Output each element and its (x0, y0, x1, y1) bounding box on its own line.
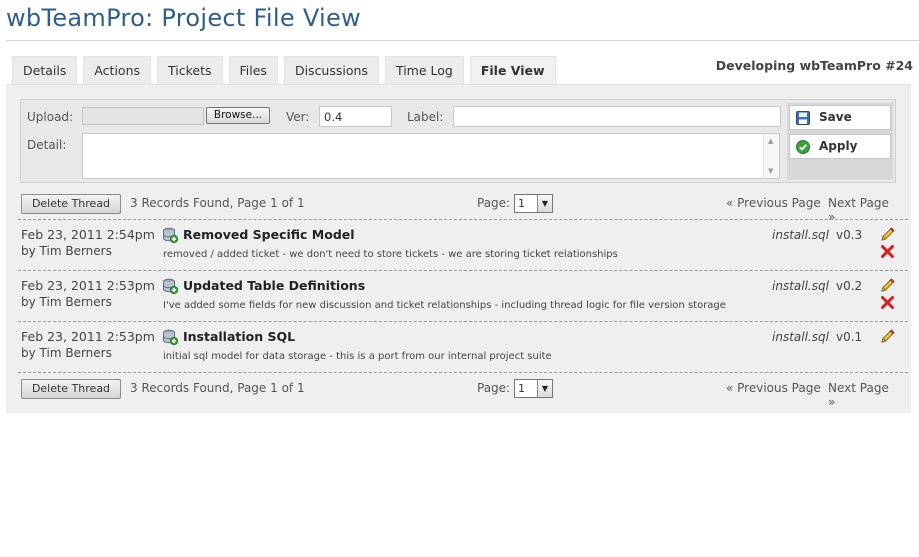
tab-bar: Details Actions Tickets Files Discussion… (12, 56, 556, 84)
pager-bottom: Delete Thread 3 Records Found, Page 1 of… (21, 379, 897, 409)
tab-time-log[interactable]: Time Log (384, 56, 464, 84)
records-found: 3 Records Found, Page 1 of 1 (130, 196, 305, 210)
page-label: Page: (477, 196, 511, 210)
record-description: initial sql model for data storage - thi… (163, 351, 552, 362)
pencil-icon[interactable] (880, 227, 895, 242)
file-view-panel: Upload: Browse... Ver: Label: Detail: ▲ … (6, 84, 911, 413)
row-divider (18, 270, 908, 271)
chevron-down-icon[interactable]: ▼ (537, 195, 552, 212)
previous-page-link[interactable]: « Previous Page (726, 196, 821, 210)
record-title[interactable]: Installation SQL (183, 329, 295, 344)
page-select[interactable]: 1 ▼ (514, 379, 553, 398)
detail-label: Detail: (27, 138, 67, 152)
record-file-link[interactable]: install.sql (772, 228, 829, 242)
database-add-icon (163, 329, 178, 345)
record-version: v0.2 (836, 279, 863, 293)
record-title[interactable]: Removed Specific Model (183, 227, 355, 242)
floppy-disk-icon (796, 111, 810, 125)
row-divider (18, 219, 908, 220)
pager-top: Delete Thread 3 Records Found, Page 1 of… (21, 194, 897, 224)
scroll-up-icon[interactable]: ▲ (768, 137, 773, 145)
red-x-icon[interactable] (880, 244, 895, 259)
record-version: v0.3 (836, 228, 863, 242)
previous-page-link[interactable]: « Previous Page (726, 381, 821, 395)
record-file-link[interactable]: install.sql (772, 330, 829, 344)
tab-file-view[interactable]: File View (469, 56, 556, 84)
browse-button[interactable]: Browse... (206, 107, 270, 124)
title-divider (6, 40, 919, 41)
pencil-icon[interactable] (880, 329, 895, 344)
tab-actions[interactable]: Actions (83, 56, 152, 84)
record-author: by Tim Berners (21, 295, 112, 309)
chevron-down-icon[interactable]: ▼ (537, 380, 552, 397)
label-input[interactable] (453, 106, 781, 127)
record-date: Feb 23, 2011 2:54pm (21, 227, 155, 242)
list-item: Feb 23, 2011 2:53pm by Tim Berners Updat… (21, 272, 906, 322)
next-page-link[interactable]: Next Page » (828, 381, 897, 409)
detail-scrollbar[interactable]: ▲ ▼ (763, 134, 779, 178)
scroll-down-icon[interactable]: ▼ (768, 167, 773, 175)
page-label: Page: (477, 381, 511, 395)
delete-thread-button[interactable]: Delete Thread (21, 379, 121, 399)
tab-details[interactable]: Details (12, 56, 78, 84)
page-title: wbTeamPro: Project File View (6, 4, 361, 32)
apply-button[interactable]: Apply (789, 134, 891, 159)
tab-tickets[interactable]: Tickets (157, 56, 223, 84)
page-select[interactable]: 1 ▼ (514, 194, 553, 213)
record-file-link[interactable]: install.sql (772, 279, 829, 293)
project-label: Developing wbTeamPro #24 (715, 58, 913, 73)
green-check-icon (796, 140, 810, 154)
record-date: Feb 23, 2011 2:53pm (21, 278, 155, 293)
apply-label: Apply (819, 139, 858, 153)
label-field-label: Label: (407, 110, 444, 124)
record-version: v0.1 (836, 330, 863, 344)
list-item: Feb 23, 2011 2:53pm by Tim Berners Insta… (21, 323, 906, 373)
pencil-icon[interactable] (880, 278, 895, 293)
record-date: Feb 23, 2011 2:53pm (21, 329, 155, 344)
save-label: Save (819, 110, 852, 124)
action-buttons: Save Apply (787, 103, 893, 180)
upload-form: Upload: Browse... Ver: Label: Detail: ▲ … (20, 99, 896, 183)
delete-thread-button[interactable]: Delete Thread (21, 194, 121, 214)
row-divider (18, 372, 908, 373)
upload-label: Upload: (27, 110, 74, 124)
record-author: by Tim Berners (21, 346, 112, 360)
record-description: I've added some fields for new discussio… (163, 300, 726, 311)
record-title[interactable]: Updated Table Definitions (183, 278, 365, 293)
list-item: Feb 23, 2011 2:54pm by Tim Berners Remov… (21, 221, 906, 271)
detail-textarea[interactable]: ▲ ▼ (82, 133, 780, 179)
page-select-value: 1 (518, 382, 525, 395)
version-label: Ver: (286, 110, 310, 124)
save-button[interactable]: Save (789, 105, 891, 130)
tab-files[interactable]: Files (228, 56, 278, 84)
red-x-icon[interactable] (880, 295, 895, 310)
row-divider (18, 321, 908, 322)
database-add-icon (163, 227, 178, 243)
page-select-value: 1 (518, 197, 525, 210)
upload-file-field[interactable] (82, 107, 204, 125)
records-found: 3 Records Found, Page 1 of 1 (130, 381, 305, 395)
record-author: by Tim Berners (21, 244, 112, 258)
record-description: removed / added ticket - we don't need t… (163, 249, 618, 260)
database-add-icon (163, 278, 178, 294)
tab-discussions[interactable]: Discussions (283, 56, 379, 84)
version-input[interactable] (319, 106, 392, 127)
